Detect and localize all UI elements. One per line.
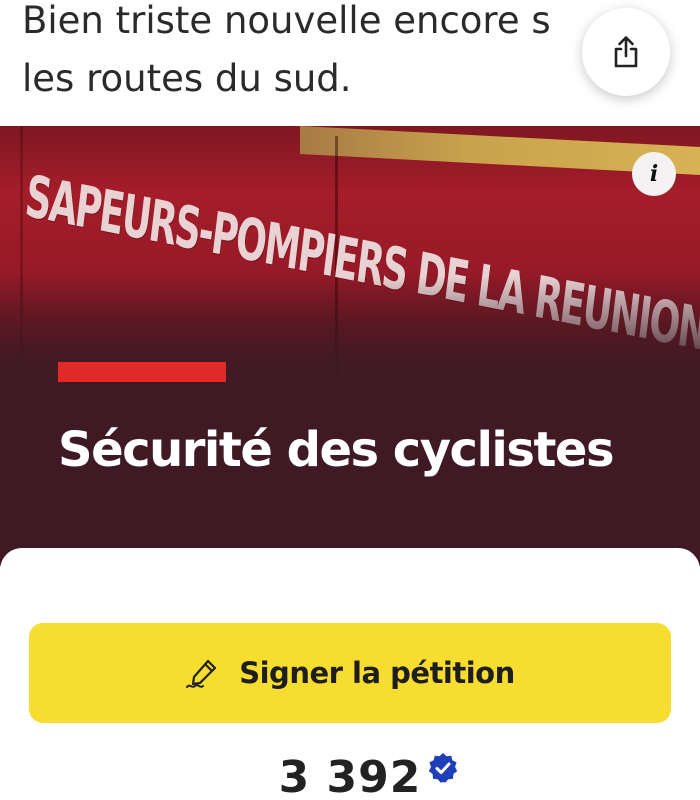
accent-bar bbox=[58, 362, 226, 382]
petition-card: Signer la pétition 3 392 bbox=[0, 548, 700, 800]
sign-petition-button[interactable]: Signer la pétition bbox=[29, 623, 671, 723]
petition-title: Sécurité des cyclistes bbox=[58, 422, 615, 478]
share-icon bbox=[614, 36, 638, 68]
signature-count-wrap: 3 392 bbox=[278, 752, 458, 800]
verified-badge-icon bbox=[429, 753, 458, 783]
share-button[interactable] bbox=[582, 8, 670, 96]
petition-screen: Bien triste nouvelle encore s les routes… bbox=[0, 0, 700, 800]
post-text: Bien triste nouvelle encore s les routes… bbox=[22, 0, 622, 108]
pen-signature-icon bbox=[186, 659, 217, 688]
sign-petition-label: Signer la pétition bbox=[239, 656, 515, 690]
info-icon[interactable]: i bbox=[632, 152, 676, 196]
signature-count: 3 392 bbox=[278, 752, 422, 800]
petition-hero: SAPEURS-POMPIERS DE LA REUNION i Sécurit… bbox=[0, 126, 700, 566]
post-text-line-2: les routes du sud. bbox=[22, 57, 352, 100]
signature-stats: 3 392 bbox=[0, 752, 700, 800]
post-text-line-1: Bien triste nouvelle encore s bbox=[22, 0, 551, 42]
